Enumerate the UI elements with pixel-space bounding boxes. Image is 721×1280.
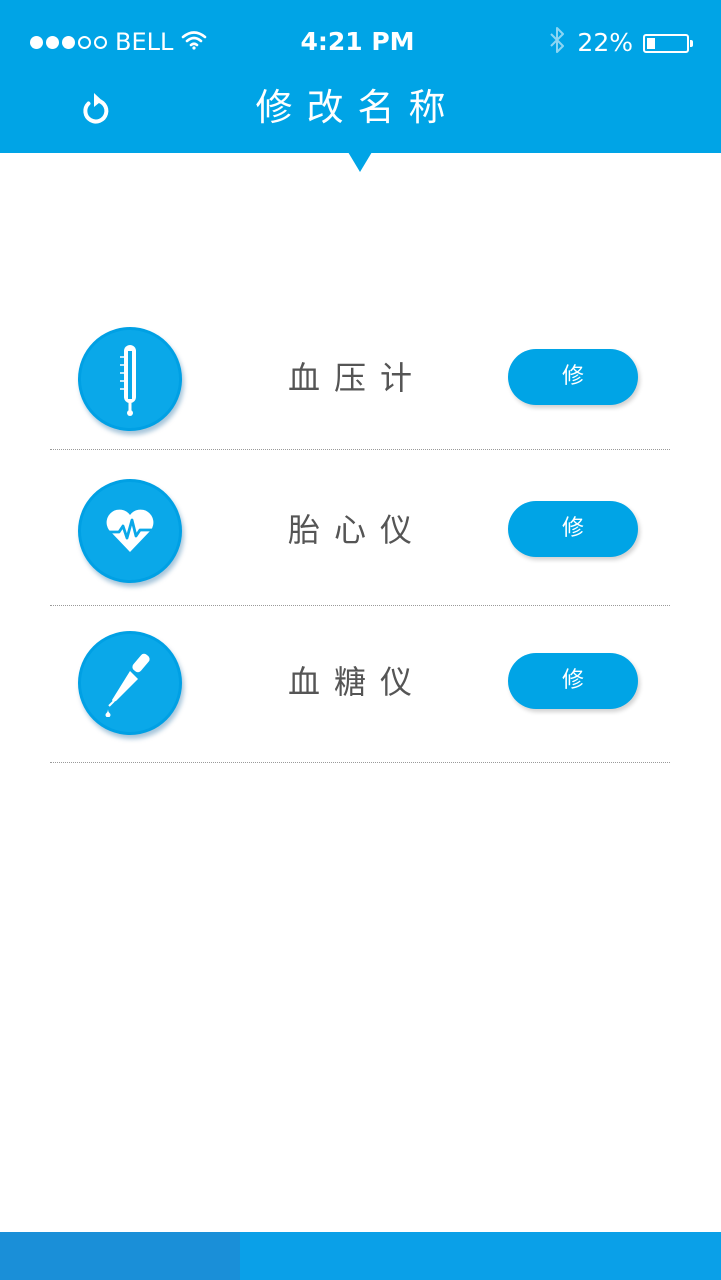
- battery-icon: [643, 33, 693, 53]
- bottom-tab-1[interactable]: [0, 1232, 241, 1280]
- bottom-tab-2[interactable]: [240, 1232, 481, 1280]
- device-name: 血压计: [287, 359, 426, 397]
- status-bar: BELL 4:21 PM 22%: [0, 22, 721, 62]
- device-row-blood-pressure: 血压计 修改: [0, 300, 721, 455]
- edit-button[interactable]: 修改: [508, 501, 638, 597]
- header-bar: BELL 4:21 PM 22% 修改名称: [0, 0, 721, 153]
- bottom-tab-bar: [0, 1232, 721, 1280]
- status-right: 22%: [549, 26, 693, 60]
- edit-button[interactable]: 修改: [508, 349, 638, 445]
- thermometer-icon: [78, 327, 182, 431]
- dropper-icon: [78, 631, 182, 735]
- divider: [50, 762, 670, 763]
- edit-button[interactable]: 修改: [508, 653, 638, 749]
- device-name: 血糖仪: [287, 663, 426, 701]
- header-pointer: [348, 152, 372, 172]
- divider: [50, 449, 670, 450]
- bottom-tab-3[interactable]: [480, 1232, 721, 1280]
- heartbeat-icon: [78, 479, 182, 583]
- device-row-fetal-heart: 胎心仪 修改: [0, 452, 721, 607]
- device-name: 胎心仪: [287, 511, 426, 549]
- device-row-blood-glucose: 血糖仪 修改: [0, 604, 721, 759]
- battery-level-fill: [647, 37, 655, 49]
- battery-percentage: 22%: [577, 28, 633, 57]
- bluetooth-icon: [549, 26, 565, 60]
- page-title: 修改名称: [255, 86, 460, 129]
